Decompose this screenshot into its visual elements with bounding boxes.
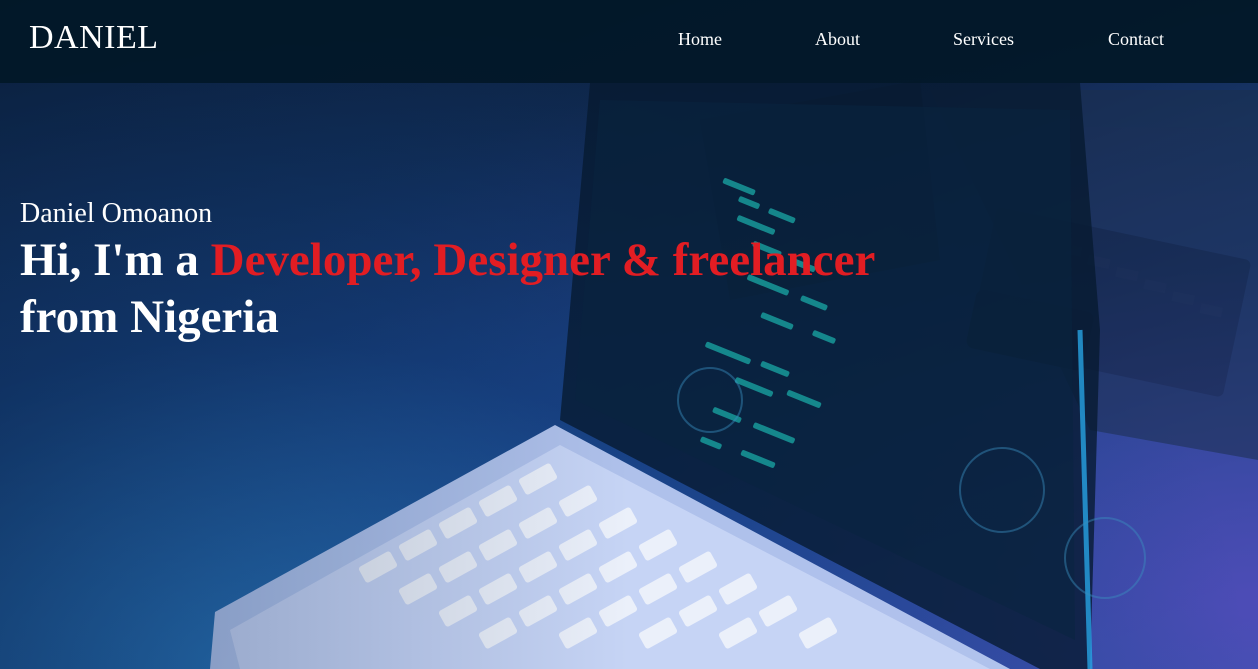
hero-headline: Hi, I'm a Developer, Designer & freelanc…: [20, 232, 875, 346]
hero-headline-prefix: Hi, I'm a: [20, 234, 199, 286]
hero-headline-highlight: Developer, Designer & freelancer: [210, 234, 876, 286]
hero-headline-suffix: from Nigeria: [20, 291, 279, 343]
page: DANIEL Home About Services Contact Danie…: [0, 0, 1258, 669]
nav-link-home[interactable]: Home: [678, 28, 722, 50]
navbar: DANIEL Home About Services Contact: [0, 0, 1258, 83]
hero-name: Daniel Omoanon: [20, 198, 213, 229]
nav-link-services[interactable]: Services: [953, 28, 1014, 50]
nav-menu: Home About Services Contact: [0, 28, 1258, 50]
nav-link-contact[interactable]: Contact: [1108, 28, 1164, 50]
hero-section: Daniel Omoanon Hi, I'm a Developer, Desi…: [20, 198, 875, 346]
nav-link-about[interactable]: About: [815, 28, 860, 50]
